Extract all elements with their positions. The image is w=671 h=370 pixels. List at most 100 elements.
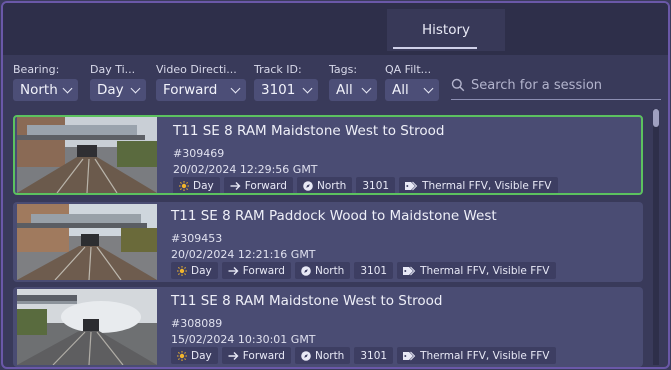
compass-icon (301, 265, 311, 276)
chip-direction-label: Forward (242, 349, 285, 362)
tab-history-label: History (421, 22, 471, 38)
filter-video-direction: Video Directi... Forward (156, 63, 246, 101)
bearing-select[interactable]: North (13, 79, 78, 101)
chevron-down-icon (302, 83, 313, 93)
filter-track-id-label: Track ID: (254, 63, 302, 76)
session-title: T11 SE 8 RAM Paddock Wood to Maidstone W… (171, 208, 497, 224)
filter-day-time: Day Ti... Day (90, 63, 146, 101)
arrow-right-icon (228, 266, 239, 276)
tags-select-value: All (336, 82, 353, 98)
chip-track: 3101 (354, 347, 394, 364)
filter-day-time-label: Day Ti... (90, 63, 136, 76)
arrow-right-icon (230, 181, 241, 191)
session-thumbnail (17, 289, 157, 365)
filter-bearing-label: Bearing: (13, 63, 60, 76)
filter-qa: QA Filt... All (385, 63, 439, 101)
chevron-down-icon (62, 83, 73, 93)
arrow-right-icon (228, 351, 239, 361)
session-title: T11 SE 8 RAM Maidstone West to Strood (171, 293, 443, 309)
chip-bearing-label: North (314, 264, 345, 277)
session-id: #309453 (171, 232, 223, 245)
chip-bearing-label: North (314, 349, 345, 362)
qa-filter-select[interactable]: All (385, 79, 439, 101)
tag-icon (405, 181, 418, 191)
session-id: #309469 (173, 147, 225, 160)
filter-video-direction-label: Video Directi... (156, 63, 237, 76)
chip-track: 3101 (354, 262, 394, 279)
chip-daytime-label: Day (191, 349, 212, 362)
compass-icon (301, 350, 311, 361)
tag-icon (403, 351, 416, 361)
chip-tags: Thermal FFV, Visible FFV (399, 177, 558, 193)
chip-daytime: Day (171, 262, 218, 279)
session-datetime: 20/02/2024 12:29:56 GMT (173, 163, 318, 176)
app-window: History Bearing: North Day Ti... Day Vid… (1, 1, 670, 369)
session-datetime: 15/02/2024 10:30:01 GMT (171, 333, 316, 346)
top-tab-bar: History (3, 3, 668, 55)
day-time-select-value: Day (97, 82, 124, 98)
chip-daytime: Day (173, 177, 220, 193)
video-direction-select-value: Forward (163, 82, 218, 98)
session-title: T11 SE 8 RAM Maidstone West to Strood (173, 123, 445, 139)
chip-bearing-label: North (316, 179, 347, 192)
session-thumbnail (17, 117, 157, 193)
chip-direction: Forward (223, 177, 293, 193)
chevron-down-icon (361, 83, 372, 93)
track-id-select-value: 3101 (261, 82, 296, 98)
sun-icon (179, 180, 189, 191)
chevron-down-icon (230, 83, 241, 93)
sun-icon (177, 265, 187, 276)
tag-icon (403, 266, 416, 276)
session-card[interactable]: T11 SE 8 RAM Paddock Wood to Maidstone W… (13, 202, 643, 282)
session-card[interactable]: T11 SE 8 RAM Maidstone West to Strood #3… (13, 115, 643, 195)
session-thumbnail (17, 204, 157, 280)
chip-bearing: North (296, 177, 353, 193)
session-datetime: 20/02/2024 12:21:16 GMT (171, 248, 316, 261)
tags-select[interactable]: All (329, 79, 377, 101)
chip-daytime-label: Day (191, 264, 212, 277)
session-search (451, 71, 661, 100)
search-icon (451, 78, 465, 92)
search-input[interactable] (471, 77, 651, 93)
chip-track-label: 3101 (360, 349, 388, 362)
scrollbar-thumb[interactable] (653, 109, 659, 127)
session-chips: Day Forward North 3101 Thermal FFV, Visi… (173, 177, 562, 193)
filter-qa-label: QA Filt... (385, 63, 432, 76)
chip-tags: Thermal FFV, Visible FFV (397, 262, 556, 279)
chip-direction-label: Forward (244, 179, 287, 192)
active-tab-indicator (393, 47, 477, 49)
chip-track-label: 3101 (360, 264, 388, 277)
compass-icon (303, 180, 313, 191)
qa-filter-select-value: All (392, 82, 409, 98)
sun-icon (177, 350, 187, 361)
session-id: #308089 (171, 317, 223, 330)
chip-track: 3101 (356, 177, 396, 193)
chip-direction: Forward (221, 347, 291, 364)
filter-bearing: Bearing: North (13, 63, 78, 101)
tab-history[interactable]: History (387, 9, 505, 51)
filter-track-id: Track ID: 3101 (254, 63, 318, 101)
chip-tags-label: Thermal FFV, Visible FFV (420, 264, 550, 277)
chip-daytime: Day (171, 347, 218, 364)
chip-bearing: North (294, 262, 351, 279)
chip-tags: Thermal FFV, Visible FFV (397, 347, 556, 364)
chevron-down-icon (423, 83, 434, 93)
scrollbar-track[interactable] (653, 109, 659, 365)
chevron-down-icon (130, 83, 141, 93)
filter-tags: Tags: All (329, 63, 377, 101)
session-card[interactable]: T11 SE 8 RAM Maidstone West to Strood #3… (13, 287, 643, 367)
session-chips: Day Forward North 3101 Thermal FFV, Visi… (171, 347, 560, 364)
day-time-select[interactable]: Day (90, 79, 146, 101)
chip-tags-label: Thermal FFV, Visible FFV (422, 179, 552, 192)
chip-track-label: 3101 (362, 179, 390, 192)
track-id-select[interactable]: 3101 (254, 79, 318, 101)
session-chips: Day Forward North 3101 Thermal FFV, Visi… (171, 262, 560, 279)
bearing-select-value: North (20, 82, 58, 98)
chip-direction-label: Forward (242, 264, 285, 277)
chip-direction: Forward (221, 262, 291, 279)
chip-daytime-label: Day (193, 179, 214, 192)
filter-tags-label: Tags: (329, 63, 358, 76)
chip-tags-label: Thermal FFV, Visible FFV (420, 349, 550, 362)
chip-bearing: North (294, 347, 351, 364)
video-direction-select[interactable]: Forward (156, 79, 246, 101)
